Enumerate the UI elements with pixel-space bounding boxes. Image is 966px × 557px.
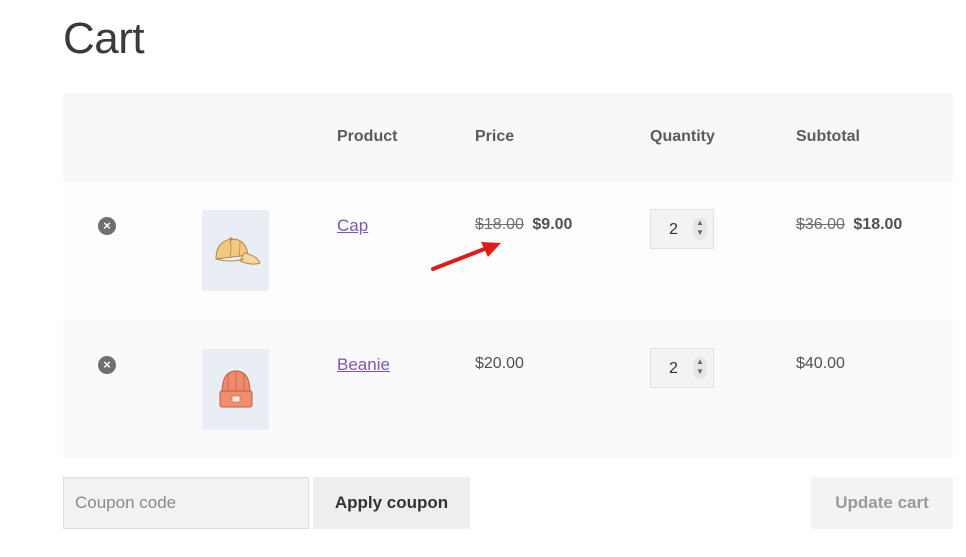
sale-price: $9.00 — [532, 216, 573, 233]
update-cart-button[interactable]: Update cart — [811, 477, 953, 529]
apply-coupon-button[interactable]: Apply coupon — [313, 477, 470, 529]
cap-icon — [214, 236, 261, 265]
regular-price: $18.00 — [475, 216, 524, 233]
sale-subtotal: $18.00 — [853, 216, 903, 233]
regular-subtotal: $36.00 — [796, 216, 845, 233]
spinner-arrows-icon[interactable]: ▲ ▼ — [693, 218, 707, 240]
subtotal-cell: $36.00 $18.00 — [796, 216, 902, 234]
table-header-row: Product Price Quantity Subtotal — [63, 93, 953, 181]
header-price: Price — [475, 128, 515, 145]
quantity-stepper[interactable]: 2 ▲ ▼ — [650, 348, 714, 388]
subtotal-cell: $40.00 — [796, 355, 845, 372]
header-subtotal: Subtotal — [796, 128, 860, 145]
price-cell: $18.00 $9.00 — [475, 216, 572, 234]
product-link-beanie[interactable]: Beanie — [337, 355, 390, 375]
remove-item-icon[interactable]: × — [98, 356, 116, 374]
beanie-icon — [219, 369, 252, 407]
quantity-value: 2 — [669, 360, 678, 377]
spinner-arrows-icon[interactable]: ▲ ▼ — [693, 357, 707, 379]
quantity-stepper[interactable]: 2 ▲ ▼ — [650, 209, 714, 249]
quantity-value: 2 — [669, 221, 678, 238]
annotation-arrow-icon — [431, 242, 501, 271]
coupon-input[interactable] — [63, 477, 309, 529]
page-title: Cart — [63, 14, 145, 63]
product-link-cap[interactable]: Cap — [337, 216, 368, 236]
table-row: × Cap $18.00 $9.00 2 ▲ ▼ $36.00 $18.00 — [63, 181, 953, 320]
cart-table: Product Price Quantity Subtotal × Cap $1… — [63, 93, 953, 459]
header-quantity: Quantity — [650, 128, 715, 145]
product-thumbnail[interactable] — [202, 210, 269, 291]
table-row: × Beanie $20.00 2 ▲ ▼ $40.00 — [63, 320, 953, 459]
remove-item-icon[interactable]: × — [98, 217, 116, 235]
product-thumbnail[interactable] — [202, 349, 269, 430]
price-cell: $20.00 — [475, 355, 524, 372]
header-product: Product — [337, 128, 398, 145]
